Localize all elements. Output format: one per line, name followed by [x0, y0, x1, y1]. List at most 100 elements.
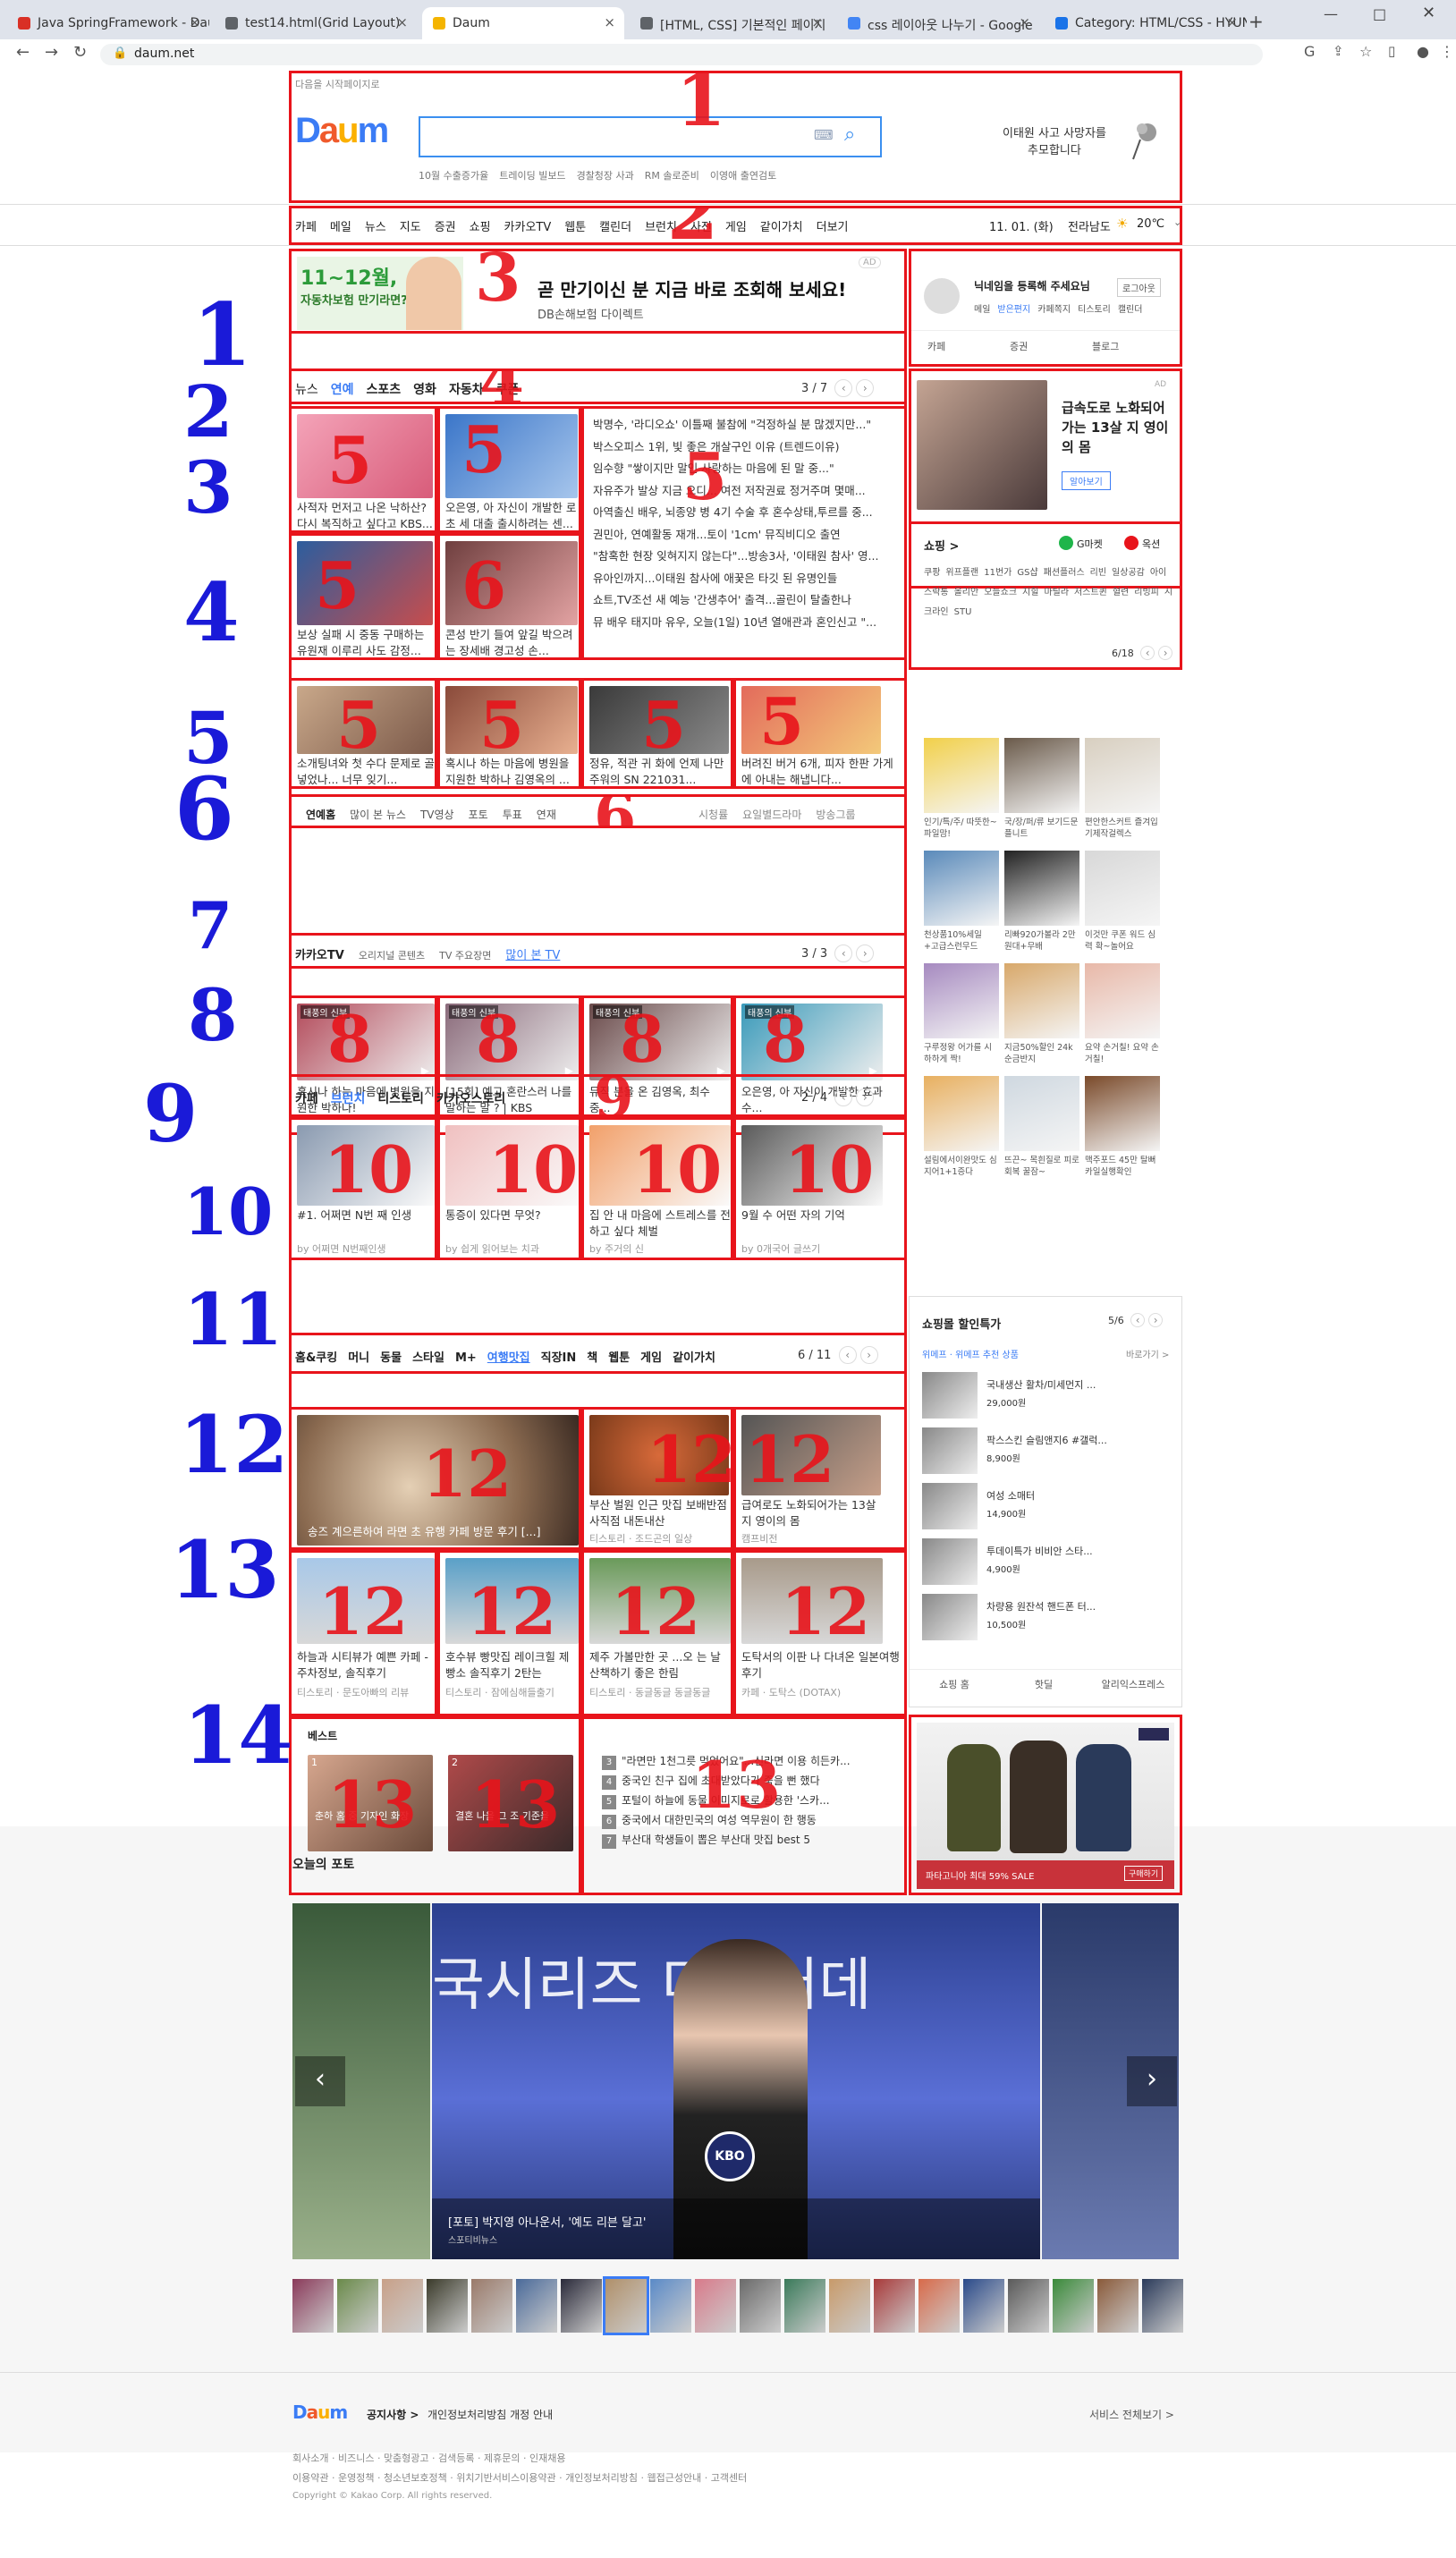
- shopping-keyword[interactable]: 리빙피: [1134, 588, 1159, 597]
- ent-subtab-right[interactable]: 요일별드라마: [742, 809, 801, 821]
- menu-icon[interactable]: ⋮: [1440, 43, 1454, 60]
- ent-subtab-right[interactable]: 시청률: [698, 809, 728, 821]
- cafe-tab[interactable]: 카페: [295, 1092, 318, 1106]
- shopping-keyword[interactable]: 오늘쇼크: [984, 588, 1017, 597]
- next-icon[interactable]: ›: [856, 379, 875, 397]
- news-headline[interactable]: 뮤 배우 태지마 유우, 오늘(1일) 10년 열애관과 혼인신고 "...: [593, 612, 901, 634]
- footer-notice[interactable]: 개인정보처리방침 개정 안내: [427, 2407, 553, 2422]
- gnb-item[interactable]: 게임: [725, 221, 747, 234]
- photo-next-icon[interactable]: ›: [1127, 2056, 1177, 2106]
- filmstrip-thumb[interactable]: [1053, 2279, 1094, 2333]
- gnb-item[interactable]: 뉴스: [365, 221, 386, 234]
- life-row2-card[interactable]: 하늘과 시티뷰가 예쁜 카페 - 주차정보, 솔직후기 티스토리 · 문도아빠의 …: [289, 1550, 437, 1716]
- ent-subtab-right[interactable]: 방송그룹: [816, 809, 855, 821]
- kakaotv-tab[interactable]: 많이 본 TV: [505, 949, 560, 962]
- gnb-item[interactable]: 증권: [435, 221, 456, 234]
- shopping-product[interactable]: 리빠920가볼라 2만원대+무배: [1004, 851, 1079, 960]
- prev-icon[interactable]: ‹: [838, 1346, 857, 1364]
- logout-button[interactable]: 로그아웃: [1117, 278, 1161, 297]
- footer-links-2[interactable]: 이용약관 · 운영정책 · 청소년보호정책 · 위치기반서비스이용약관 · 개인…: [292, 2470, 747, 2485]
- sidebar-icon[interactable]: ▯: [1388, 43, 1395, 59]
- footer-links-1[interactable]: 회사소개 · 비즈니스 · 맞춤형광고 · 검색등록 · 제휴문의 · 인재채용: [292, 2451, 565, 2465]
- filmstrip-thumb[interactable]: [918, 2279, 960, 2333]
- ent-subtab[interactable]: 포토: [469, 809, 488, 821]
- news-card-5[interactable]: 소개팅녀와 첫 수다 문제로 골넣었나... 너무 잊기... 5: [289, 678, 437, 789]
- life-tab[interactable]: 머니: [348, 1351, 369, 1365]
- filmstrip-thumb[interactable]: [963, 2279, 1004, 2333]
- auction-label[interactable]: 옥션: [1142, 537, 1160, 551]
- life-tab[interactable]: 여행맛집: [487, 1351, 530, 1365]
- gnb-item[interactable]: 더보기: [817, 221, 849, 234]
- cafe-card[interactable]: 집 안 내 마음에 스트레스를 전하고 싶다 체벌 by 주거의 신 10: [581, 1117, 733, 1260]
- filmstrip-thumb[interactable]: [292, 2279, 334, 2333]
- next-icon[interactable]: ›: [859, 1346, 878, 1364]
- mall-item[interactable]: 팍스스킨 슬림앤지6 #갤럭... 8,900원: [922, 1424, 1172, 1479]
- cafe-card[interactable]: #1. 어쩌면 N번 째 인생 by 어쩌면 N번째인생 10: [289, 1117, 437, 1260]
- cafe-card[interactable]: 9월 수 어떤 자의 기억 by 0개국어 글쓰기 10: [733, 1117, 907, 1260]
- shopping-product[interactable]: 요약 손거칠! 요약 손거칠!: [1085, 963, 1160, 1072]
- login-link[interactable]: 카페쪽지: [1037, 305, 1071, 315]
- mall-item[interactable]: 여성 소매터 14,900원: [922, 1479, 1172, 1535]
- life-tab[interactable]: 게임: [640, 1351, 662, 1365]
- browser-tab[interactable]: test14.html(Grid Layout) ×: [215, 7, 417, 39]
- news-headline[interactable]: "참혹한 현장 잊혀지지 않는다"...방송3사, '이태원 참사' 영...: [593, 546, 901, 568]
- tab-close-icon[interactable]: ×: [811, 14, 823, 30]
- new-tab-button[interactable]: +: [1249, 11, 1264, 32]
- news-headline[interactable]: 임수향 "쌓이지만 말인 사랑하는 마음에 된 말 중...": [593, 458, 901, 480]
- bookmark-star-icon[interactable]: ☆: [1359, 43, 1372, 60]
- shopping-keyword[interactable]: 쿠팡: [924, 568, 940, 578]
- tab-close-icon[interactable]: ×: [604, 14, 615, 30]
- gnb-item[interactable]: 카페: [295, 221, 317, 234]
- gnb-item[interactable]: 카카오TV: [504, 221, 552, 234]
- filmstrip-thumb[interactable]: [603, 2276, 649, 2335]
- maximize-icon[interactable]: □: [1373, 5, 1386, 22]
- filmstrip-thumb[interactable]: [1008, 2279, 1049, 2333]
- kakaotv-tab[interactable]: 오리지널 콘텐츠: [359, 950, 425, 961]
- news-headline[interactable]: 아역출신 배우, 뇌종양 병 4기 수술 후 혼수상태,투르를 중...: [593, 502, 901, 524]
- gnb-item[interactable]: 같이가치: [760, 221, 803, 234]
- browser-tab[interactable]: Daum ×: [422, 7, 624, 39]
- life-tab[interactable]: 스타일: [412, 1351, 444, 1365]
- life-tab[interactable]: 홈&쿠킹: [295, 1351, 337, 1365]
- filmstrip-thumb[interactable]: [471, 2279, 512, 2333]
- filmstrip-thumb[interactable]: [695, 2279, 736, 2333]
- life-row2-card[interactable]: 제주 가볼만한 곳 ...오 는 날 산책하기 좋은 한림 티스토리 · 동글동글…: [581, 1550, 733, 1716]
- news-tab[interactable]: 자동차: [449, 383, 484, 397]
- filmstrip-thumb[interactable]: [1142, 2279, 1183, 2333]
- mall-tab[interactable]: 알리익스프레스: [1088, 1670, 1178, 1691]
- ent-subtab[interactable]: 많이 본 뉴스: [350, 809, 406, 821]
- search-box[interactable]: ⌨ ⌕: [419, 116, 882, 157]
- news-card-2[interactable]: 오은영, 아 자신이 개발한 로 초 세 대출 출시하려는 센... 5: [437, 406, 581, 533]
- start-page-link[interactable]: 다음을 시작페이지로: [295, 77, 380, 91]
- news-tab[interactable]: 영화: [413, 383, 436, 397]
- shopping-keyword[interactable]: 혈련: [1113, 588, 1129, 597]
- cafe-card[interactable]: 통증이 있다면 무엇? by 쉽게 읽어보는 치과 10: [437, 1117, 581, 1260]
- gnb-region[interactable]: 전라남도: [1068, 217, 1111, 234]
- gnb-item[interactable]: 웹툰: [564, 221, 586, 234]
- filmstrip-thumb[interactable]: [650, 2279, 691, 2333]
- life-tab[interactable]: 웹툰: [608, 1351, 630, 1365]
- gnb-item[interactable]: 메일: [330, 221, 351, 234]
- life-card-3[interactable]: 급여로도 노화되어가는 13살 지 영이의 몸 캠프비전 12: [733, 1407, 907, 1550]
- mall-tab[interactable]: 쇼핑 홈: [910, 1670, 999, 1691]
- shopping-product[interactable]: 설림에서이완맛도 심지어1+1증다: [924, 1076, 999, 1185]
- mall-sale-sub[interactable]: 위메프 · 위메프 추천 상품: [922, 1347, 1019, 1360]
- tab-close-icon[interactable]: ×: [396, 14, 408, 30]
- shopping-keyword[interactable]: STU: [954, 607, 972, 617]
- filmstrip-thumb[interactable]: [1097, 2279, 1139, 2333]
- login-shortcut[interactable]: 블로그: [1092, 339, 1174, 353]
- prev-icon[interactable]: ‹: [1130, 1313, 1146, 1327]
- trending-keyword[interactable]: 10월 수출증가율: [419, 170, 488, 182]
- news-tab[interactable]: 연예: [331, 383, 354, 397]
- shopping-keyword[interactable]: 패션플러스: [1044, 568, 1085, 578]
- shopping-keyword[interactable]: 마틸라: [1044, 588, 1069, 597]
- news-tab[interactable]: 뉴스: [295, 383, 318, 397]
- cafe-tab[interactable]: 티스토리: [377, 1092, 424, 1106]
- news-card-8[interactable]: 버려진 버거 6개, 피자 한판 가게에 아내는 해냅니다... 5: [733, 678, 907, 789]
- news-card-1[interactable]: 사적자 먼저고 나온 낙하산? 다시 복직하고 싶다고 KBS... 5: [289, 406, 437, 533]
- minimize-icon[interactable]: —: [1324, 5, 1338, 22]
- shopping-keyword[interactable]: 지힐: [1022, 588, 1038, 597]
- shopping-title[interactable]: 쇼핑 >: [924, 537, 959, 554]
- forward-icon[interactable]: →: [45, 43, 58, 62]
- gmarket-label[interactable]: G마켓: [1077, 537, 1103, 551]
